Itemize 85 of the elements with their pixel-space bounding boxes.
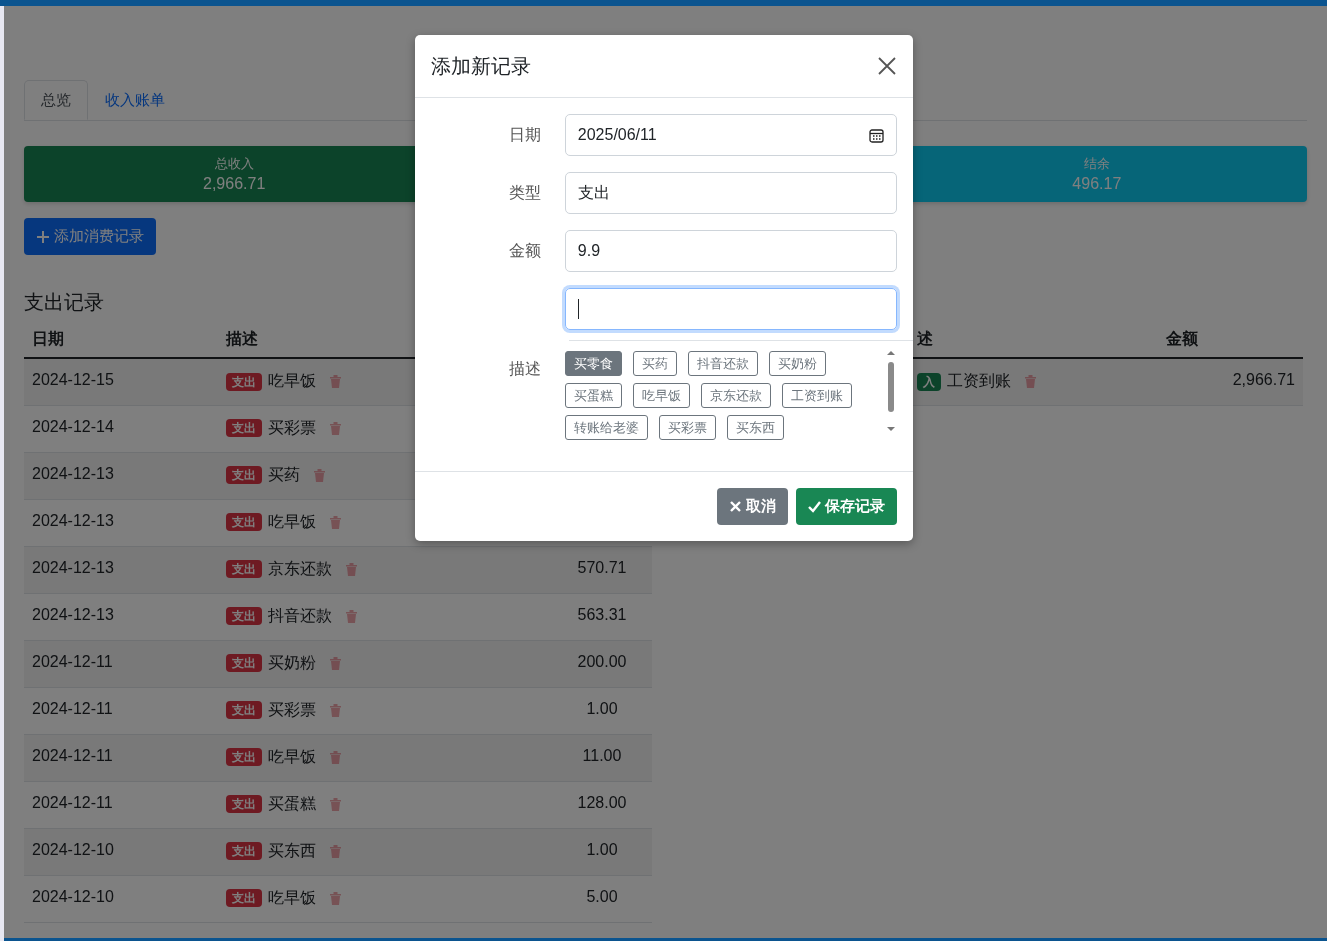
field-label: 描述	[508, 359, 541, 379]
input-field[interactable]: 2025/06/11	[564, 114, 897, 156]
card-value: 496.17	[1072, 175, 1122, 193]
description-text: 京东还款	[268, 558, 332, 579]
table-cell: 11.00	[552, 734, 652, 781]
table-cell: 1.00	[552, 687, 652, 734]
tag-chip[interactable]: 买药	[633, 351, 677, 376]
table-cell: 200.00	[552, 640, 652, 687]
table-cell: 2,966.71	[1158, 358, 1303, 405]
card-label: 总收入	[214, 155, 254, 173]
tag-chip[interactable]: 买奶粉	[769, 351, 826, 376]
card-value: 2,966.71	[203, 175, 266, 193]
table-cell: 5.00	[552, 875, 652, 922]
section-heading: 支出记录	[24, 290, 104, 315]
tag-chip[interactable]: 抖音还款	[688, 351, 758, 376]
description-text: 买彩票	[268, 699, 316, 720]
type-badge: 支出	[226, 372, 262, 391]
table-cell: 1.00	[552, 828, 652, 875]
type-badge: 支出	[226, 513, 262, 531]
close-icon	[877, 56, 897, 76]
add-record-button[interactable]: 添加消费记录	[24, 218, 156, 255]
close-button[interactable]	[877, 56, 897, 76]
table-cell: 2024-12-11	[24, 687, 218, 734]
tag-chip[interactable]: 买蛋糕	[565, 383, 622, 408]
table-cell: 2024-12-11	[24, 781, 218, 828]
description-text: 买彩票	[268, 417, 316, 438]
table-cell: 563.31	[552, 593, 652, 640]
description-text: 吃早饭	[268, 511, 316, 532]
type-badge: 入	[917, 372, 941, 391]
type-badge: 支出	[226, 607, 262, 625]
description-text: 买东西	[268, 840, 316, 861]
description-text: 吃早饭	[268, 371, 316, 391]
tag-chip[interactable]: 京东还款	[701, 383, 771, 408]
type-badge: 支出	[226, 654, 262, 672]
table-cell: 2024-12-13	[24, 593, 218, 640]
card-label: 结余	[1083, 155, 1110, 173]
description-text: 吃早饭	[268, 746, 316, 767]
type-badge: 支出	[226, 889, 262, 907]
plus-icon	[36, 229, 50, 244]
tab[interactable]: 总览	[24, 80, 88, 120]
tag-chip[interactable]: 买东西	[727, 415, 784, 440]
tag-chip[interactable]: 工资到账	[782, 383, 852, 408]
save-button[interactable]: 保存记录	[796, 488, 897, 525]
tag-chip[interactable]: 转账给老婆	[565, 415, 648, 440]
field-label: 日期	[507, 124, 541, 145]
table-cell: 2024-12-10	[24, 875, 218, 922]
x-icon	[729, 500, 742, 513]
type-badge: 支出	[226, 842, 262, 860]
text-cursor	[577, 299, 579, 319]
type-badge: 支出	[226, 748, 262, 766]
input-field[interactable]: 9.9	[564, 230, 897, 272]
table-cell: 2024-12-13	[24, 546, 218, 593]
type-badge: 支出	[226, 466, 262, 484]
tag-chip[interactable]: 买彩票	[659, 415, 716, 440]
table-cell: 2024-12-14	[24, 405, 218, 452]
field-label: 类型	[507, 182, 541, 203]
table-cell: 2024-12-13	[24, 499, 218, 546]
tag-chip[interactable]: 吃早饭	[633, 383, 690, 408]
table-cell: 2024-12-11	[24, 640, 218, 687]
cancel-button[interactable]: 取消	[717, 488, 788, 525]
dialog-title: 添加新记录	[431, 53, 531, 79]
calendar-icon[interactable]	[869, 127, 884, 143]
type-badge: 支出	[226, 795, 262, 813]
input-field[interactable]: 支出	[564, 172, 897, 214]
type-badge: 支出	[226, 701, 262, 719]
tag-chip[interactable]: 买零食	[565, 351, 622, 376]
table-cell: 2024-12-10	[24, 828, 218, 875]
tab[interactable]: 收入账单	[88, 80, 182, 120]
table-cell: 2024-12-13	[24, 452, 218, 499]
table-cell: 570.71	[552, 546, 652, 593]
type-badge: 支出	[226, 560, 262, 578]
table-cell: 128.00	[552, 781, 652, 828]
scrollbar[interactable]	[885, 349, 897, 433]
table-cell: 2024-12-15	[24, 358, 218, 405]
table-cell: 2024-12-11	[24, 734, 218, 781]
description-text: 买药	[268, 464, 300, 485]
description-text: 买奶粉	[268, 652, 316, 673]
description-text: 吃早饭	[268, 887, 316, 908]
input-field[interactable]	[564, 288, 897, 330]
field-label: 金额	[507, 240, 541, 261]
check-icon	[808, 500, 821, 513]
type-badge: 支出	[226, 419, 262, 437]
description-text: 抖音还款	[268, 605, 332, 626]
description-text: 工资到账	[947, 371, 1011, 391]
description-text: 买蛋糕	[268, 793, 316, 814]
